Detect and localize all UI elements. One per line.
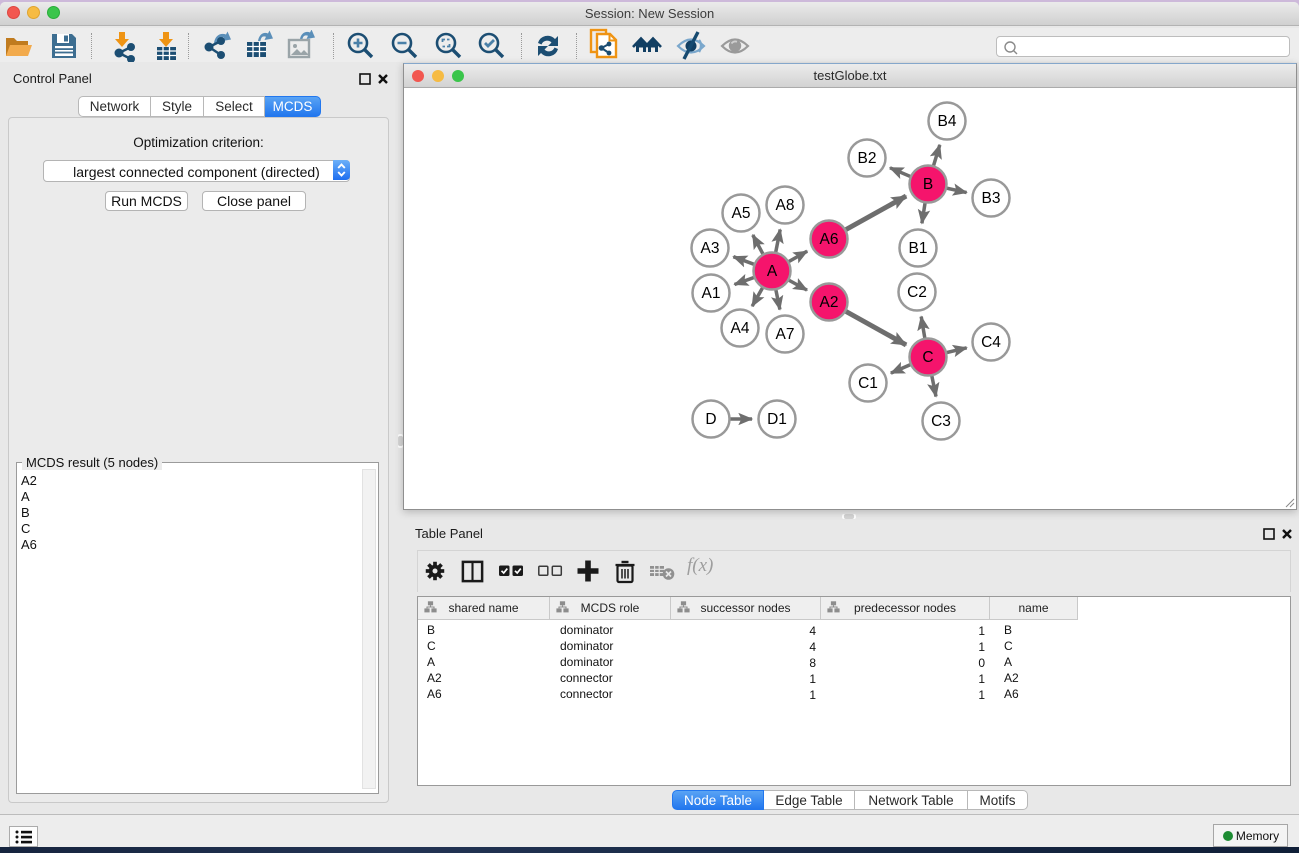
svg-text:A4: A4 [731, 320, 750, 337]
svg-text:B3: B3 [982, 190, 1001, 207]
svg-text:A6: A6 [820, 231, 839, 248]
svg-text:C: C [922, 349, 933, 366]
svg-text:D: D [705, 411, 716, 428]
svg-text:A5: A5 [732, 205, 751, 222]
svg-text:C3: C3 [931, 413, 951, 430]
svg-text:B4: B4 [938, 113, 957, 130]
svg-text:A8: A8 [776, 197, 795, 214]
svg-text:A2: A2 [820, 294, 839, 311]
svg-text:B2: B2 [858, 150, 877, 167]
svg-text:C2: C2 [907, 284, 927, 301]
svg-text:A: A [767, 263, 778, 280]
svg-text:C1: C1 [858, 375, 878, 392]
svg-text:A3: A3 [701, 240, 720, 257]
svg-text:C4: C4 [981, 334, 1001, 351]
svg-text:A1: A1 [702, 285, 721, 302]
svg-text:D1: D1 [767, 411, 787, 428]
svg-text:A7: A7 [776, 326, 795, 343]
svg-text:B1: B1 [909, 240, 928, 257]
svg-text:B: B [923, 176, 933, 193]
